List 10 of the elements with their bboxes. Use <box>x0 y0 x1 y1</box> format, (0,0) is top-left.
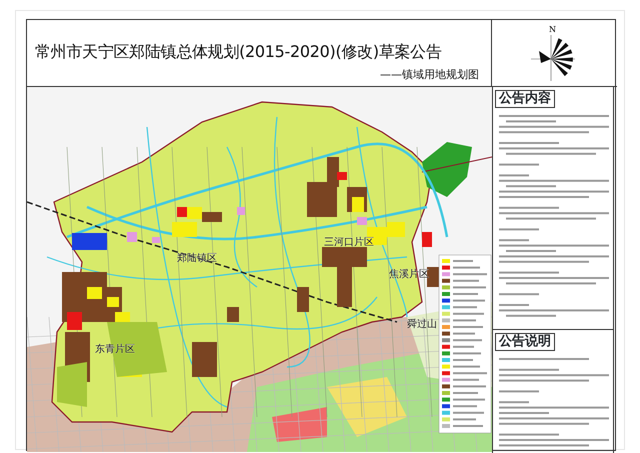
section-heading: 公告内容 <box>495 90 555 108</box>
place-label: 三河口片区 <box>324 237 374 248</box>
place-label: 郑陆镇区 <box>177 253 217 264</box>
poster-subtitle: ——镇域用地规划图 <box>379 66 479 82</box>
north-label: N <box>548 25 556 34</box>
compass-icon <box>530 34 575 82</box>
place-label: 东青片区 <box>95 344 135 355</box>
poster-title: 常州市天宁区郑陆镇总体规划(2015-2020)(修改)草案公告 <box>35 42 442 62</box>
section-heading: 公告说明 <box>495 333 555 352</box>
place-label: 舜过山 <box>407 319 437 330</box>
